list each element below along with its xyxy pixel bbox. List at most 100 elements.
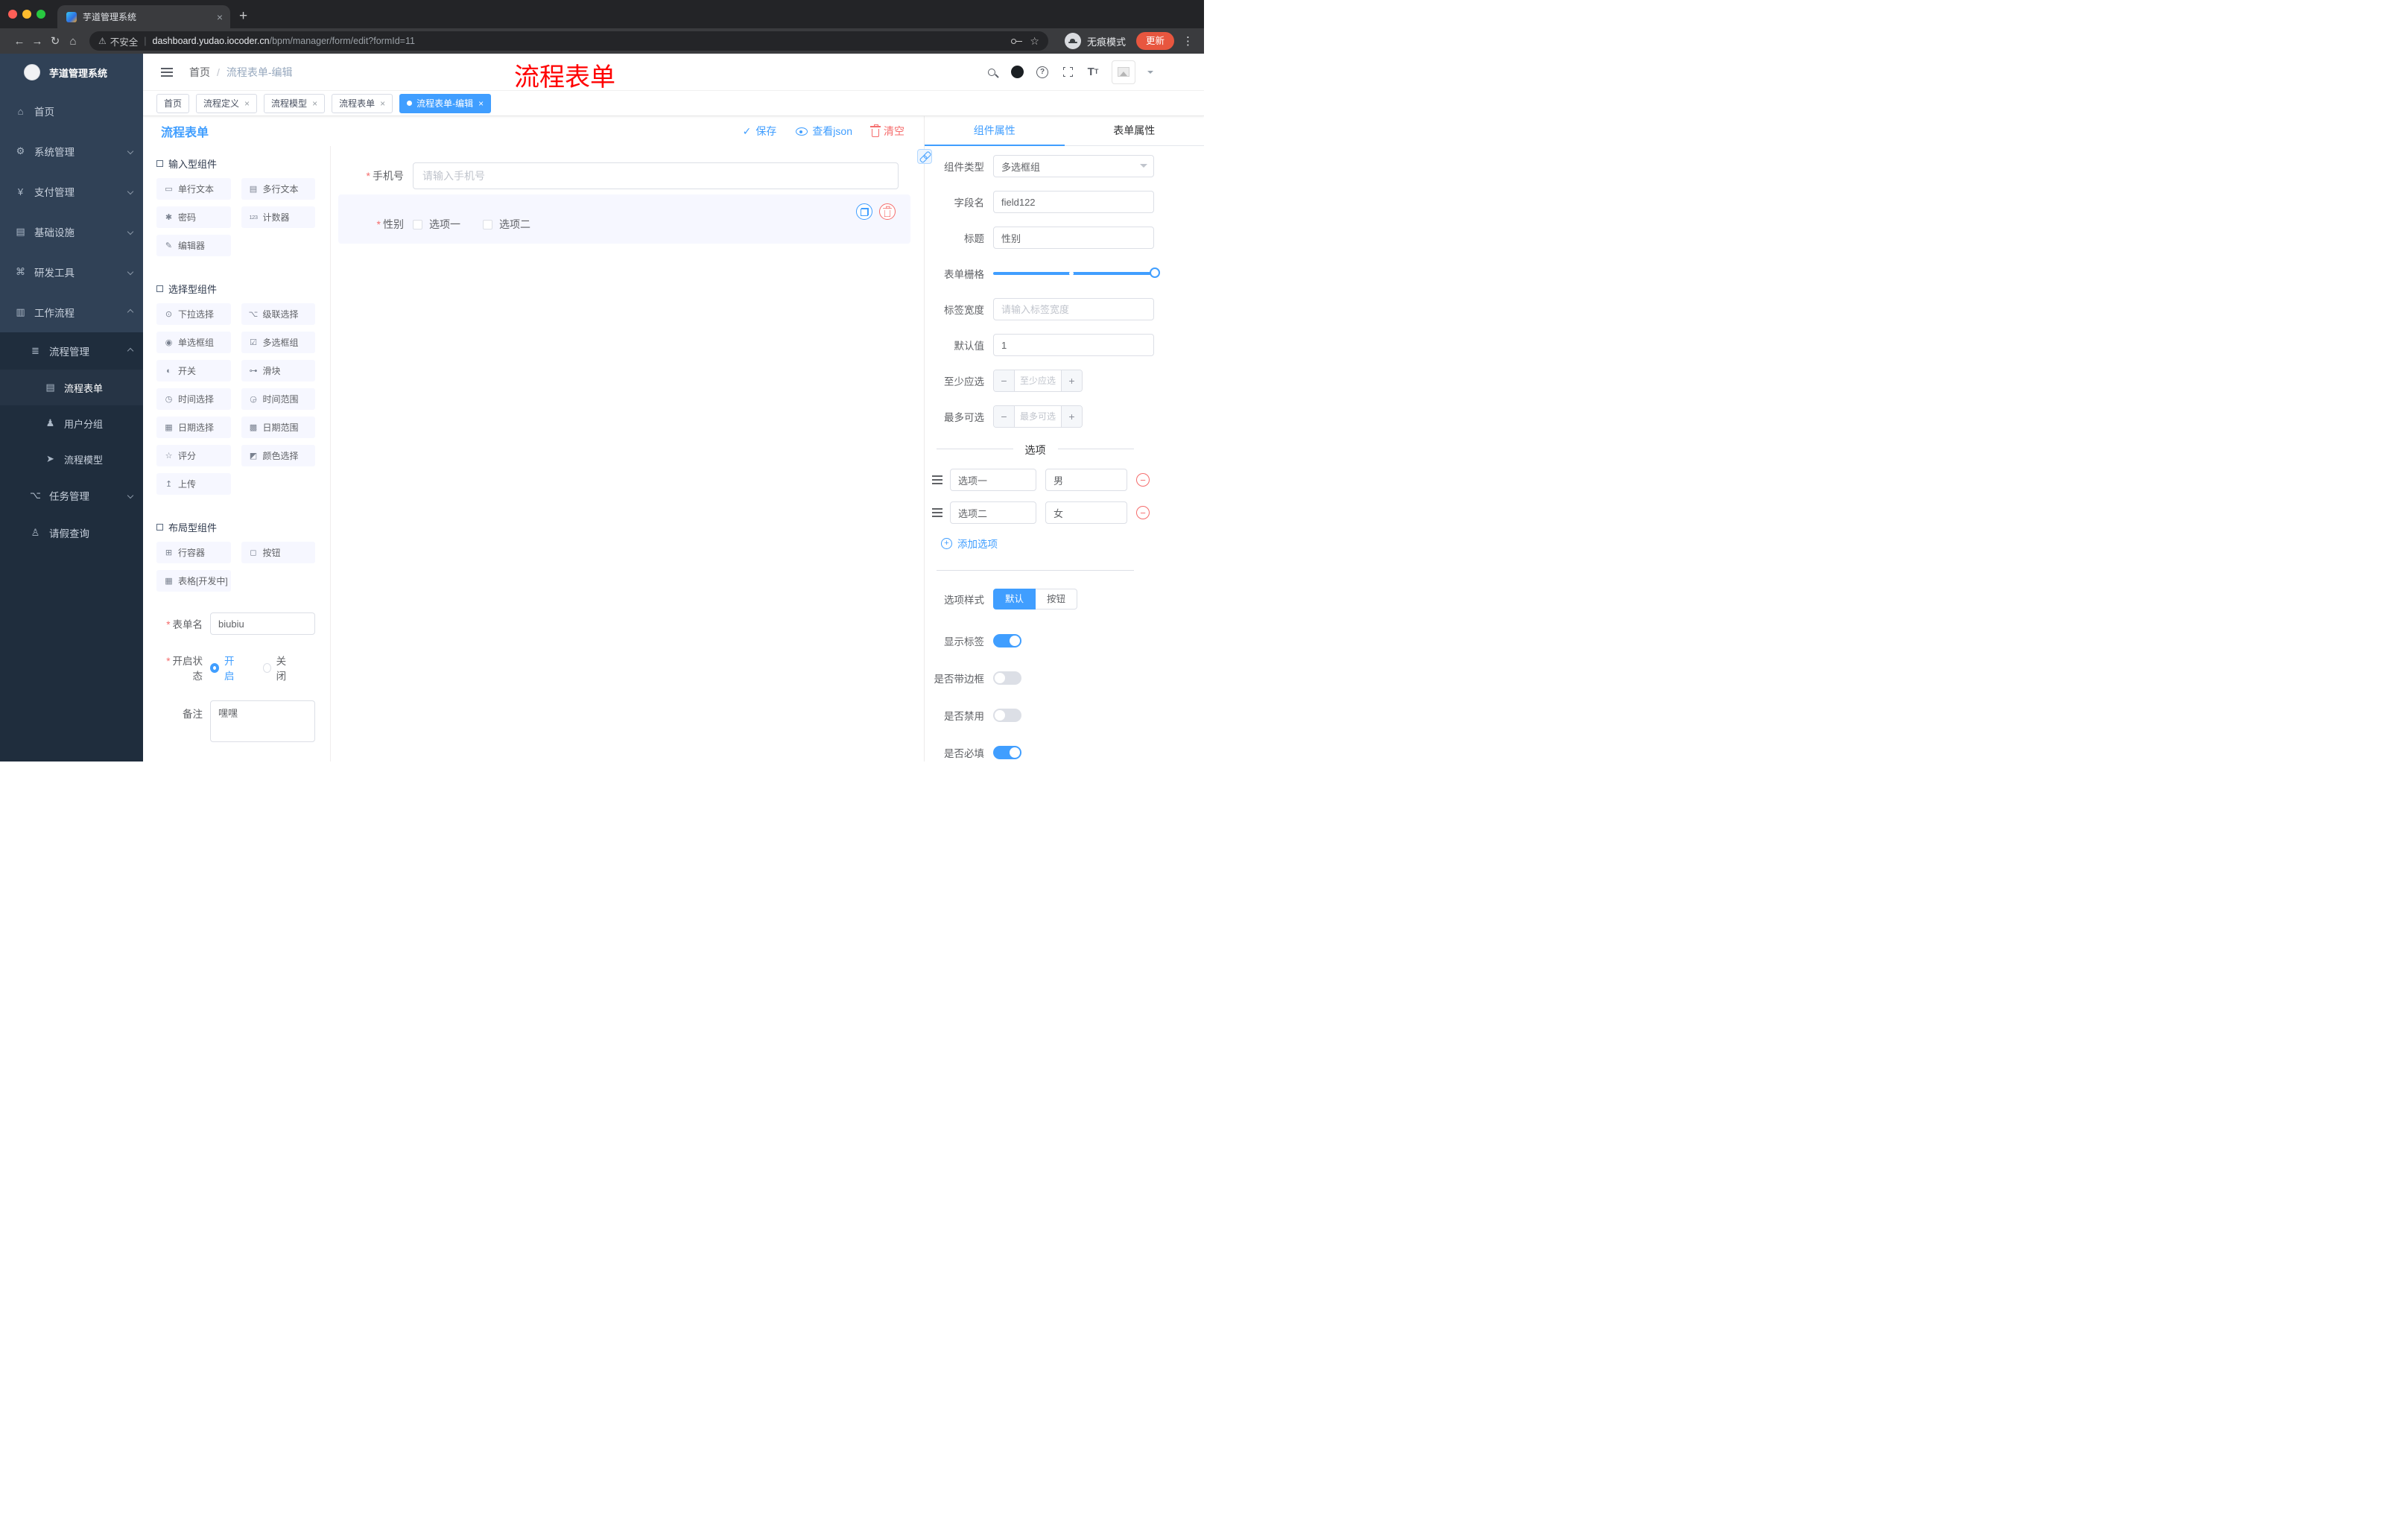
- user-avatar[interactable]: [1112, 60, 1135, 84]
- status-radio-on[interactable]: 开启: [210, 653, 241, 683]
- sidebar-item-process-management[interactable]: ≣ 流程管理: [0, 332, 143, 370]
- option-label-input[interactable]: [950, 469, 1036, 491]
- plus-button[interactable]: +: [1061, 370, 1082, 391]
- plus-button[interactable]: +: [1061, 406, 1082, 427]
- disabled-switch[interactable]: [993, 709, 1021, 722]
- tag-process-form-edit[interactable]: 流程表单-编辑 ×: [399, 93, 492, 113]
- sidebar-item-system-management[interactable]: ⚙ 系统管理: [0, 131, 143, 171]
- tab-form-props[interactable]: 表单属性: [1065, 116, 1205, 145]
- sidebar-item-dev-tools[interactable]: ⌘ 研发工具: [0, 252, 143, 292]
- tag-home[interactable]: 首页: [156, 93, 190, 113]
- help-icon[interactable]: [1036, 66, 1049, 79]
- delete-field-button[interactable]: [879, 203, 896, 220]
- form-canvas[interactable]: 手机号 性别: [331, 146, 924, 762]
- checkbox-option-2[interactable]: 选项二: [483, 217, 530, 232]
- sidebar-item-workflow[interactable]: ▥ 工作流程: [0, 292, 143, 332]
- max-select-input[interactable]: [1015, 406, 1061, 427]
- sidebar-item-process-form[interactable]: ▤ 流程表单: [0, 370, 143, 405]
- label-width-input[interactable]: [993, 298, 1154, 320]
- close-window-button[interactable]: [8, 10, 17, 19]
- field-name-input[interactable]: [993, 191, 1154, 213]
- tag-close-icon[interactable]: ×: [478, 98, 484, 109]
- border-switch[interactable]: [993, 671, 1021, 685]
- component-select[interactable]: ⊙ 下拉选择: [156, 303, 231, 325]
- view-json-button[interactable]: 查看json: [796, 124, 852, 139]
- avatar-caret-icon[interactable]: [1147, 70, 1153, 77]
- fullscreen-icon[interactable]: [1061, 66, 1074, 79]
- font-size-icon[interactable]: TT: [1086, 66, 1100, 79]
- field-phone-input[interactable]: [413, 162, 899, 189]
- new-tab-button[interactable]: +: [239, 8, 247, 25]
- component-single-line-text[interactable]: ▭ 单行文本: [156, 178, 231, 200]
- status-radio-off[interactable]: 关闭: [262, 653, 294, 683]
- browser-menu-icon[interactable]: ⋮: [1182, 34, 1194, 48]
- checkbox-option-1[interactable]: 选项一: [413, 217, 460, 232]
- save-button[interactable]: ✓ 保存: [743, 124, 777, 139]
- password-key-icon[interactable]: [1011, 38, 1023, 44]
- component-multi-line-text[interactable]: ▤ 多行文本: [241, 178, 315, 200]
- grid-slider[interactable]: [993, 262, 1160, 285]
- home-icon[interactable]: ⌂: [64, 35, 82, 48]
- title-input[interactable]: [993, 227, 1154, 249]
- copy-field-button[interactable]: [856, 203, 872, 220]
- component-button[interactable]: ◻ 按钮: [241, 542, 315, 563]
- clear-button[interactable]: 清空: [870, 124, 904, 139]
- component-date-picker[interactable]: ▦ 日期选择: [156, 417, 231, 438]
- component-table-dev[interactable]: ▦ 表格[开发中]: [156, 570, 231, 592]
- field-gender-item-selected[interactable]: 性别 选项一 选项二: [338, 194, 910, 244]
- component-row-container[interactable]: ⊞ 行容器: [156, 542, 231, 563]
- minus-button[interactable]: −: [994, 406, 1015, 427]
- min-select-input[interactable]: [1015, 370, 1061, 391]
- option-label-input[interactable]: [950, 501, 1036, 524]
- sidebar-item-process-model[interactable]: ➤ 流程模型: [0, 441, 143, 477]
- slider-handle[interactable]: [1150, 267, 1160, 278]
- component-type-select[interactable]: 多选框组: [993, 155, 1154, 177]
- component-editor[interactable]: ✎ 编辑器: [156, 235, 231, 256]
- search-icon[interactable]: [985, 66, 998, 79]
- component-password[interactable]: ✱ 密码: [156, 206, 231, 228]
- required-switch[interactable]: [993, 746, 1021, 759]
- component-time-picker[interactable]: ◷ 时间选择: [156, 388, 231, 410]
- minus-button[interactable]: −: [994, 370, 1015, 391]
- tag-close-icon[interactable]: ×: [244, 98, 250, 109]
- sidebar-item-user-group[interactable]: ♟ 用户分组: [0, 405, 143, 441]
- component-rate[interactable]: ☆ 评分: [156, 445, 231, 466]
- component-counter[interactable]: 123 计数器: [241, 206, 315, 228]
- drag-handle-icon[interactable]: [932, 479, 942, 481]
- sidebar-item-infrastructure[interactable]: ▤ 基础设施: [0, 212, 143, 252]
- minimize-window-button[interactable]: [22, 10, 31, 19]
- style-button-button[interactable]: 按钮: [1036, 589, 1078, 609]
- option-value-input[interactable]: [1045, 501, 1127, 524]
- default-value-input[interactable]: [993, 334, 1154, 356]
- browser-tab[interactable]: 芋道管理系统 ×: [57, 5, 230, 28]
- forward-icon[interactable]: →: [28, 35, 46, 48]
- drag-handle-icon[interactable]: [932, 512, 942, 513]
- tag-close-icon[interactable]: ×: [380, 98, 385, 109]
- option-value-input[interactable]: [1045, 469, 1127, 491]
- maximize-window-button[interactable]: [37, 10, 45, 19]
- field-phone-row[interactable]: 手机号: [338, 158, 910, 194]
- component-slider[interactable]: ⊶ 滑块: [241, 360, 315, 381]
- security-label[interactable]: 不安全: [110, 34, 139, 48]
- address-bar[interactable]: ⚠ 不安全 | dashboard.yudao.iocoder.cn /bpm/…: [89, 31, 1048, 51]
- sidebar-item-task-management[interactable]: ⌥ 任务管理: [0, 477, 143, 514]
- style-default-button[interactable]: 默认: [993, 589, 1036, 609]
- tag-close-icon[interactable]: ×: [312, 98, 317, 109]
- component-radio-group[interactable]: ◉ 单选框组: [156, 332, 231, 353]
- show-label-switch[interactable]: [993, 634, 1021, 647]
- back-icon[interactable]: ←: [10, 35, 28, 48]
- reload-icon[interactable]: ↻: [46, 34, 64, 48]
- tab-close-icon[interactable]: ×: [217, 11, 223, 23]
- hamburger-icon[interactable]: [161, 67, 173, 77]
- sidebar-item-home[interactable]: ⌂ 首页: [0, 91, 143, 131]
- component-checkbox-group[interactable]: ☑ 多选框组: [241, 332, 315, 353]
- component-switch[interactable]: ◐ 开关: [156, 360, 231, 381]
- bookmark-star-icon[interactable]: ☆: [1030, 35, 1039, 48]
- breadcrumb-home[interactable]: 首页: [189, 65, 210, 80]
- app-logo[interactable]: 芋道管理系统: [0, 54, 143, 91]
- sidebar-item-leave-query[interactable]: ♙ 请假查询: [0, 514, 143, 551]
- remove-option-button[interactable]: −: [1136, 506, 1150, 519]
- tag-process-definition[interactable]: 流程定义 ×: [196, 93, 258, 113]
- form-remark-input[interactable]: 嘿嘿: [210, 700, 315, 742]
- sidebar-item-payment-management[interactable]: ¥ 支付管理: [0, 171, 143, 212]
